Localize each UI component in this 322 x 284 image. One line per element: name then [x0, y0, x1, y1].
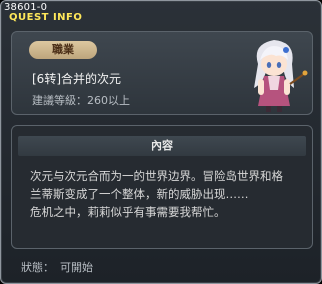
description-line: 次元与次元合而为一的世界边界。冒险岛世界和格	[30, 169, 283, 183]
quest-summary-panel: 職業 [6转]合并的次元 建議等級：260以上	[11, 31, 313, 115]
status-value: 可開始	[60, 261, 93, 274]
level-requirement: 建議等級：260以上	[32, 94, 130, 107]
quest-status: 狀態： 可開始	[21, 259, 99, 275]
job-badge: 職業	[29, 41, 97, 59]
quest-info-window: 38601-0 QUEST INFO 職業 [6转]合并的次元 建議等級：260…	[0, 0, 322, 284]
window-title: QUEST INFO	[9, 12, 83, 23]
description-line: 兰蒂斯变成了一个整体，新的威胁出现……	[30, 187, 249, 201]
status-label: 狀態：	[21, 261, 54, 274]
description-line: 危机之中，莉莉似乎有事需要我帮忙。	[30, 205, 226, 219]
quest-name: [6转]合并的次元	[32, 72, 121, 86]
npc-portrait	[254, 40, 308, 112]
quest-content-panel: 內容 次元与次元合而为一的世界边界。冒险岛世界和格 兰蒂斯变成了一个整体，新的威…	[11, 125, 313, 249]
quest-description: 次元与次元合而为一的世界边界。冒险岛世界和格 兰蒂斯变成了一个整体，新的威胁出现…	[30, 167, 306, 221]
content-header: 內容	[18, 136, 306, 156]
